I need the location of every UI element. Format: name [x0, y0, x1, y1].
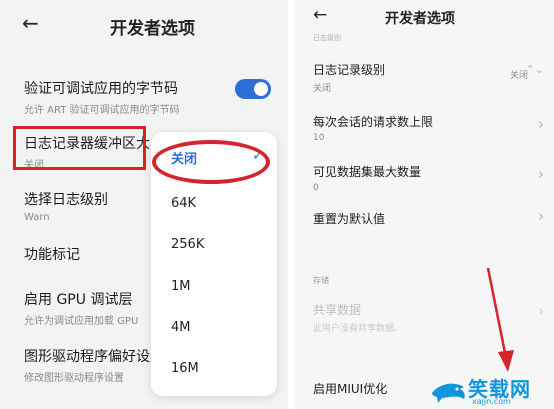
annotation-red-arrow	[486, 267, 514, 372]
back-arrow-icon[interactable]: ←	[22, 13, 39, 33]
left-header: ← 开发者选项	[0, 0, 288, 50]
panel-divider	[288, 0, 295, 409]
left-screenshot: ← 开发者选项 验证可调试应用的字节码 允许 ART 验证可调试应用的字节码 日…	[0, 0, 288, 409]
dropdown-option-4m[interactable]: 4M	[171, 320, 191, 335]
right-screenshot: ← 开发者选项 日志级别 日志记录级别 关闭 关闭 ⌃⌄ 每次会话的请求数上限 …	[295, 0, 554, 409]
dropdown-option-16m[interactable]: 16M	[171, 361, 199, 376]
dropdown-option-64k[interactable]: 64K	[171, 196, 196, 211]
annotation-red-ellipse	[152, 140, 270, 184]
annotation-red-box	[13, 126, 146, 170]
page-title: 开发者选项	[110, 19, 195, 39]
watermark-url: xajjn.com	[472, 397, 511, 406]
toggle-knob	[254, 82, 268, 96]
watermark: 笑载网 xajjn.com	[424, 369, 554, 409]
dropdown-option-1m[interactable]: 1M	[171, 279, 191, 294]
setting-subtitle: 允许 ART 验证可调试应用的字节码	[24, 105, 180, 116]
verify-bytecode-toggle[interactable]	[235, 79, 271, 99]
shark-logo-icon	[432, 383, 465, 403]
dropdown-option-256k[interactable]: 256K	[171, 237, 204, 252]
